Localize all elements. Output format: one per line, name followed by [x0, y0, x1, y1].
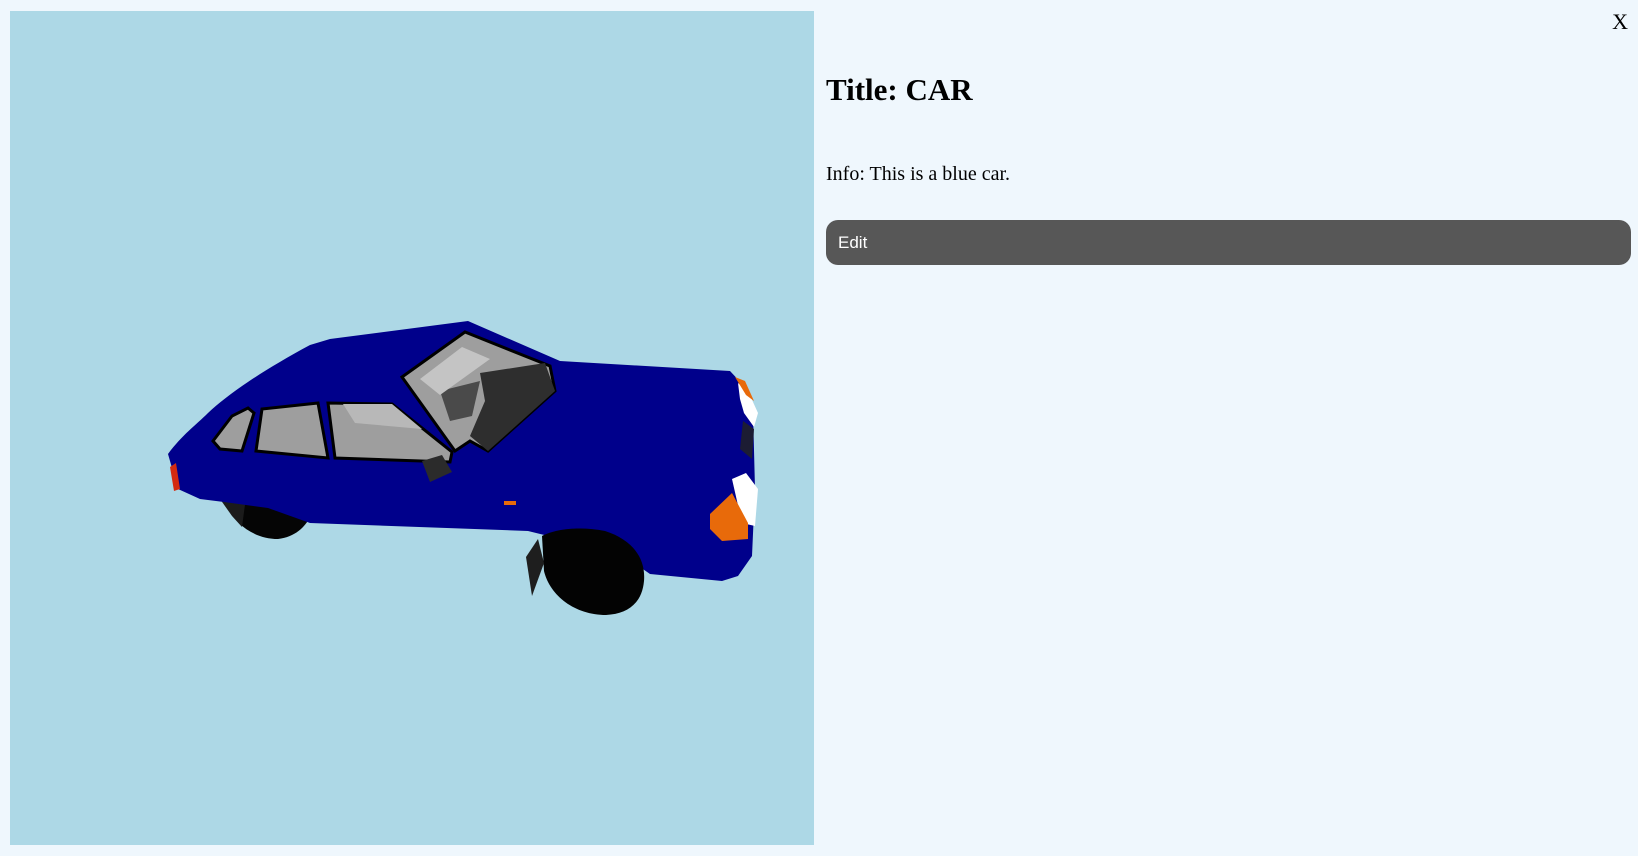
edit-button[interactable]: Edit: [826, 220, 1631, 265]
item-info: Info: This is a blue car.: [826, 163, 1011, 185]
car-model-illustration: [168, 321, 758, 615]
mudflap: [526, 539, 544, 596]
model-viewer[interactable]: [10, 11, 814, 845]
close-button[interactable]: X: [1612, 10, 1628, 34]
side-marker: [504, 501, 516, 505]
item-title: Title: CAR: [826, 72, 973, 107]
details-panel: Title: CAR Info: This is a blue car. Edi…: [826, 70, 1631, 265]
rear-side-window: [254, 401, 330, 460]
